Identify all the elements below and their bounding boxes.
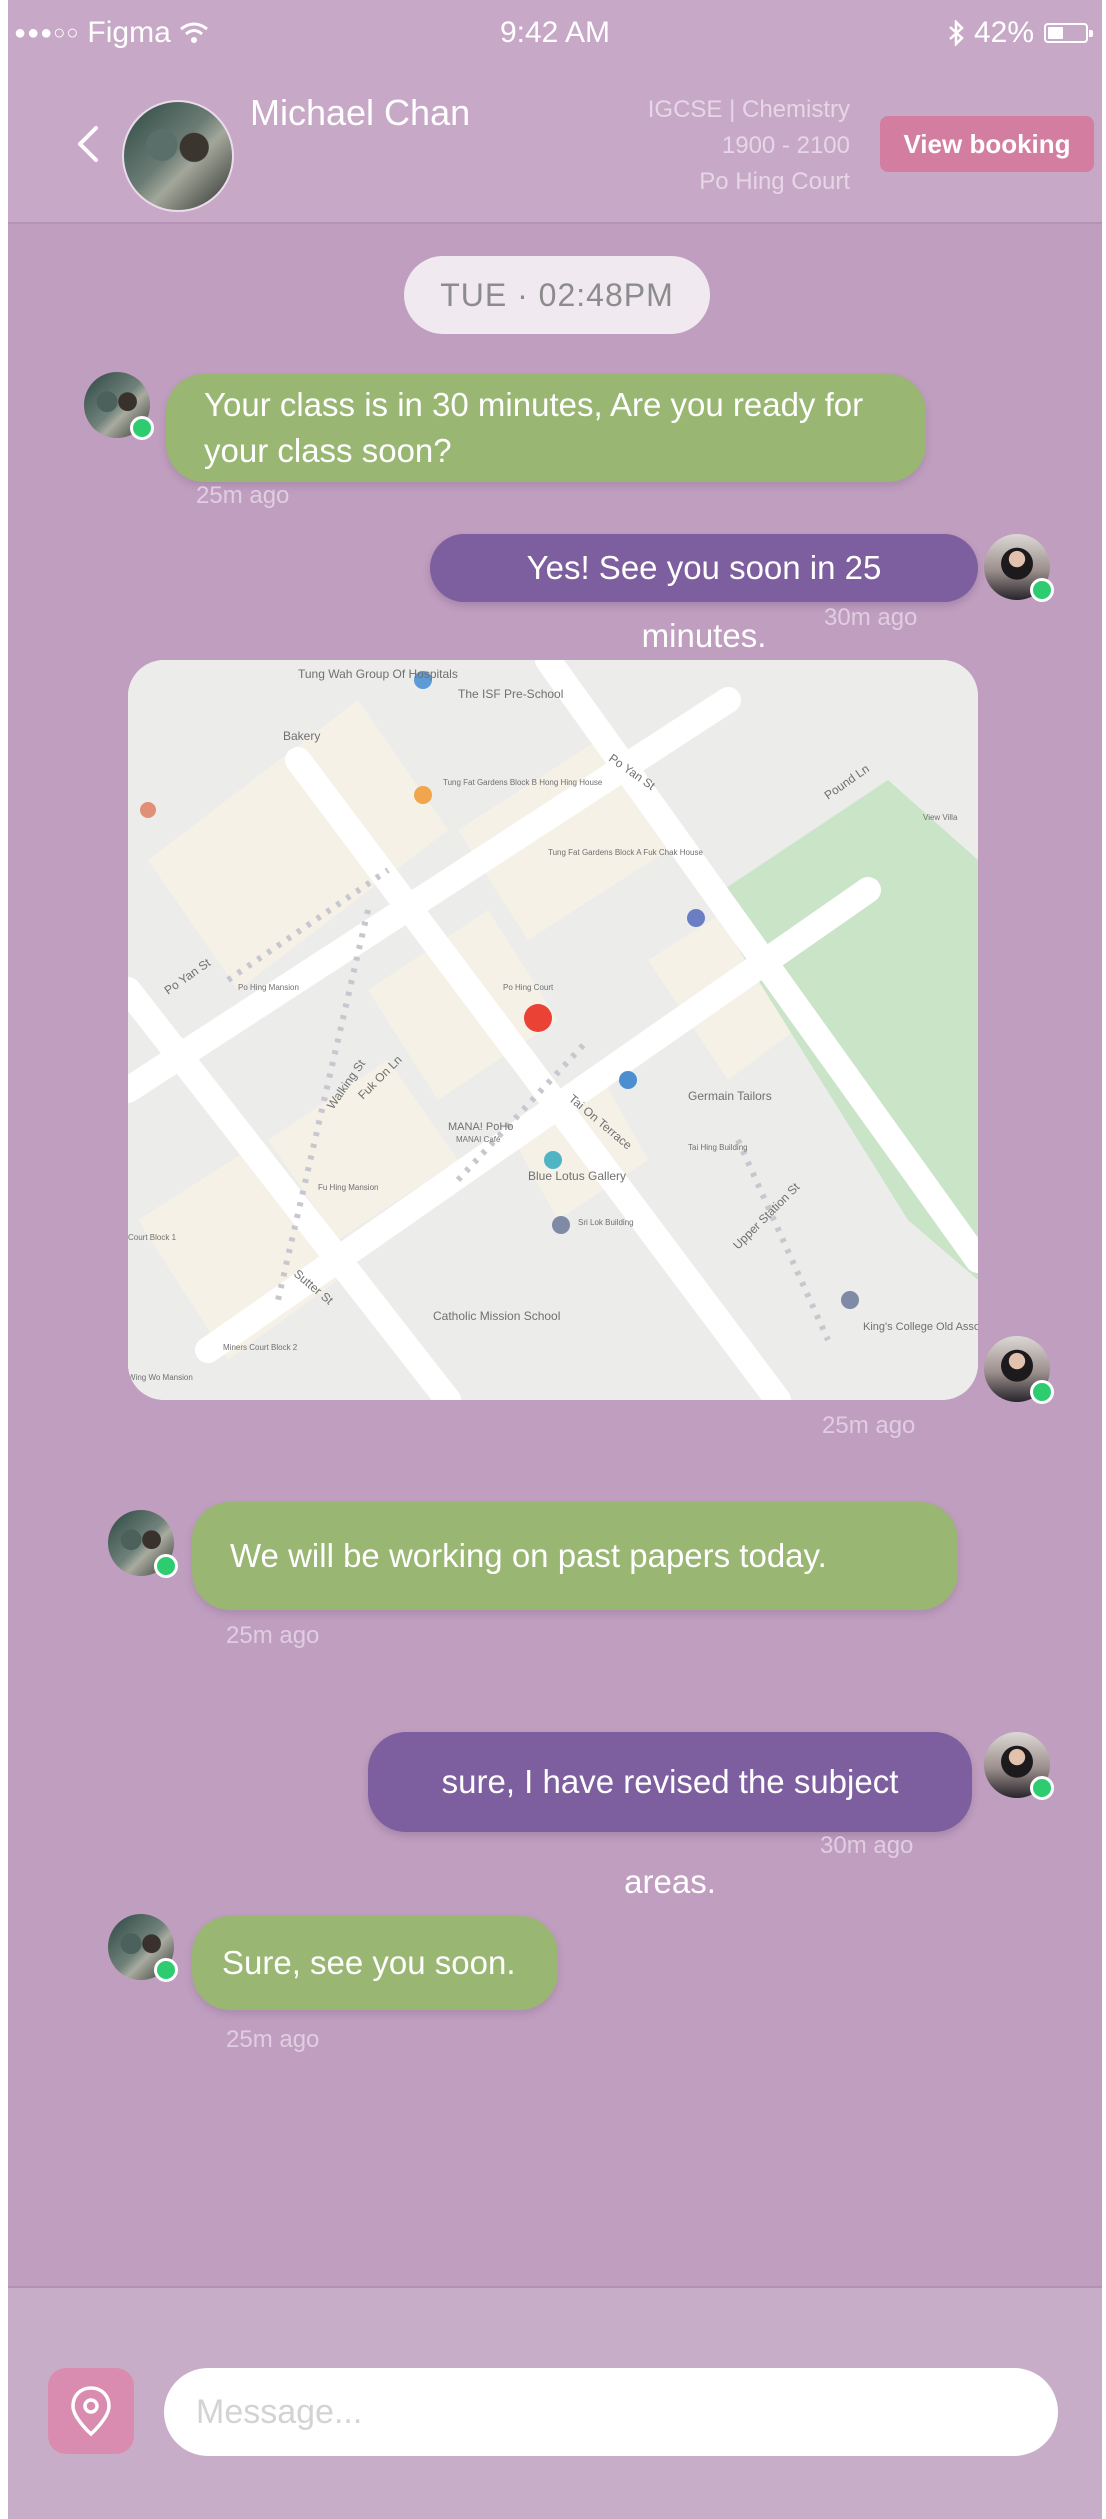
- online-indicator: [1030, 578, 1054, 602]
- student-avatar[interactable]: [984, 1336, 1054, 1404]
- map-label: Tung Fat Gardens Block A Fuk Chak House: [548, 848, 703, 857]
- map-label: Germain Tailors: [688, 1089, 772, 1103]
- online-indicator: [1030, 1776, 1054, 1800]
- shared-location-map[interactable]: Tung Wah Group Of Hospitals Bakery The I…: [128, 660, 978, 1400]
- message-bubble-me: sure, I have revised the subject areas.: [368, 1732, 972, 1900]
- map-label: Fu Hing Mansion: [318, 1183, 378, 1192]
- class-info: IGCSE | Chemistry 1900 - 2100 Po Hing Co…: [588, 92, 850, 200]
- tutor-avatar[interactable]: [108, 1914, 178, 1982]
- online-indicator: [1030, 1380, 1054, 1404]
- map-label: Court Block 1: [128, 1233, 177, 1242]
- message-bubble-tutor: Your class is in 30 minutes, Are you rea…: [166, 374, 926, 482]
- class-subject: IGCSE | Chemistry: [647, 96, 850, 123]
- map-label: King's College Old Association Prima: [863, 1321, 978, 1333]
- map-label: The ISF Pre-School: [458, 687, 563, 701]
- tutor-avatar[interactable]: [84, 372, 154, 440]
- status-right: 42%: [948, 16, 1093, 50]
- message-composer: [8, 2286, 1102, 2519]
- message-input[interactable]: [164, 2368, 1058, 2456]
- online-indicator: [154, 1554, 178, 1578]
- battery-level: [1048, 27, 1064, 39]
- message-bubble-me: Yes! See you soon in 25 minutes.: [430, 534, 978, 654]
- map-label: Tung Fat Gardens Block B Hong Hing House: [443, 778, 603, 787]
- status-bar: ●●●○○ Figma 9:42 AM 42%: [8, 0, 1102, 70]
- message-timestamp: 30m ago: [820, 1832, 914, 1859]
- map-label: Tai Hing Building: [688, 1143, 748, 1152]
- battery-icon: [1044, 23, 1093, 43]
- chat-header: Michael Chan IGCSE | Chemistry 1900 - 21…: [8, 70, 1102, 224]
- map-label: Bakery: [283, 729, 320, 743]
- map-label: MANA! PoHo: [448, 1121, 513, 1133]
- map-label: Tung Wah Group Of Hospitals: [298, 667, 458, 681]
- map-label: Po Hing Mansion: [238, 983, 299, 992]
- online-indicator: [154, 1958, 178, 1982]
- map-image: Tung Wah Group Of Hospitals Bakery The I…: [128, 660, 978, 1400]
- location-pin-icon: [71, 2386, 111, 2437]
- class-time: 1900 - 2100: [721, 132, 850, 159]
- contact-name: Michael Chan: [250, 92, 471, 133]
- battery-percent: 42%: [973, 16, 1034, 49]
- bluetooth-icon: [949, 20, 964, 46]
- map-label: Wing Wo Mansion: [128, 1373, 193, 1382]
- view-booking-button[interactable]: View booking: [880, 116, 1094, 172]
- tutor-avatar[interactable]: [108, 1510, 178, 1578]
- map-label: Catholic Mission School: [433, 1309, 560, 1323]
- map-label: View Villa: [923, 813, 958, 822]
- message-timestamp: 25m ago: [196, 482, 290, 509]
- map-label: Sri Lok Building: [578, 1218, 634, 1227]
- message-timestamp: 25m ago: [226, 2026, 320, 2053]
- share-location-button[interactable]: [48, 2368, 134, 2454]
- online-indicator: [130, 416, 154, 440]
- map-label: MANAI Café: [456, 1135, 501, 1144]
- chevron-left-icon[interactable]: [70, 122, 104, 166]
- map-label: Po Hing Court: [503, 983, 554, 992]
- student-avatar[interactable]: [984, 534, 1054, 602]
- class-location: Po Hing Court: [699, 168, 850, 195]
- message-timestamp: 25m ago: [822, 1412, 916, 1439]
- map-label: Blue Lotus Gallery: [528, 1169, 626, 1183]
- map-label: Miners Court Block 2: [223, 1343, 298, 1352]
- message-timestamp: 30m ago: [824, 604, 918, 631]
- message-bubble-tutor: We will be working on past papers today.: [192, 1502, 958, 1610]
- student-avatar[interactable]: [984, 1732, 1054, 1800]
- message-bubble-tutor: Sure, see you soon.: [192, 1916, 558, 2010]
- location-marker: [524, 1004, 552, 1032]
- contact-avatar[interactable]: [122, 100, 234, 212]
- chat-screen: ●●●○○ Figma 9:42 AM 42% Michael Chan IGC…: [8, 0, 1102, 2519]
- date-separator: TUE · 02:48PM: [404, 256, 710, 334]
- status-time: 9:42 AM: [499, 16, 611, 49]
- message-timestamp: 25m ago: [226, 1622, 320, 1649]
